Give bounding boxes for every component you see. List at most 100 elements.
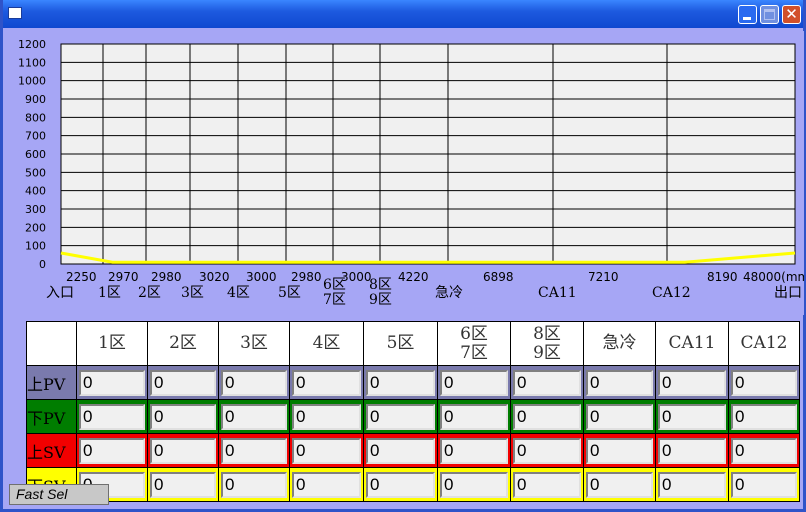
header-ca11: CA11: [655, 321, 729, 366]
zone-label: 3区: [181, 285, 204, 301]
value-field-upper-pv-8[interactable]: 0: [586, 369, 653, 396]
table-cell: 0: [655, 433, 729, 468]
table-cell: 0: [655, 365, 729, 400]
value-field-upper-sv-9[interactable]: 0: [658, 437, 726, 464]
x-position-label: 2970: [108, 270, 139, 284]
value-field-lower-sv-5[interactable]: 0: [366, 471, 435, 498]
table-cell: 0: [289, 433, 364, 468]
header-zone-8-9: 8区 9区: [510, 321, 584, 366]
x-position-label: 4220: [398, 270, 429, 284]
value-field-lower-pv-10[interactable]: 0: [731, 403, 797, 430]
table-cell: 0: [655, 467, 729, 502]
header-corner: [26, 321, 77, 366]
zone-data-table: 1区 2区 3区 4区 5区 6区 7区 8区 9区 急冷 CA11 CA12 …: [26, 321, 800, 502]
value-field-lower-sv-4[interactable]: 0: [292, 471, 361, 498]
table-cell: 0: [147, 365, 219, 400]
table-cell: 0: [363, 399, 438, 434]
value-field-lower-sv-9[interactable]: 0: [658, 471, 726, 498]
value-field-upper-pv-3[interactable]: 0: [221, 369, 287, 396]
value-field-upper-pv-6[interactable]: 0: [440, 369, 508, 396]
value-field-lower-sv-2[interactable]: 0: [150, 471, 216, 498]
value-field-upper-sv-6[interactable]: 0: [440, 437, 508, 464]
table-cell: 0: [289, 467, 364, 502]
value-field-lower-sv-6[interactable]: 0: [440, 471, 508, 498]
value-field-upper-pv-10[interactable]: 0: [731, 369, 797, 396]
row-label-upper-pv: 上PV: [26, 365, 77, 400]
table-header-row: 1区 2区 3区 4区 5区 6区 7区 8区 9区 急冷 CA11 CA12: [26, 321, 800, 366]
header-zone-2: 2区: [147, 321, 219, 366]
header-zone-6-7: 6区 7区: [437, 321, 511, 366]
value-field-upper-pv-4[interactable]: 0: [292, 369, 361, 396]
table-cell: 0: [510, 433, 584, 468]
value-field-lower-pv-1[interactable]: 0: [79, 403, 145, 430]
table-cell: 0: [655, 399, 729, 434]
y-tick-label: 700: [25, 130, 46, 143]
value-field-upper-pv-7[interactable]: 0: [513, 369, 581, 396]
y-tick-label: 1000: [18, 75, 46, 88]
y-tick-label: 600: [25, 148, 46, 161]
value-field-lower-pv-5[interactable]: 0: [366, 403, 435, 430]
zone-label: 入口: [46, 285, 74, 301]
value-field-lower-sv-10[interactable]: 0: [731, 471, 797, 498]
value-field-lower-pv-3[interactable]: 0: [221, 403, 287, 430]
value-field-upper-pv-1[interactable]: 0: [79, 369, 145, 396]
table-cell: 0: [728, 433, 800, 468]
y-tick-label: 400: [25, 185, 46, 198]
table-cell: 0: [510, 399, 584, 434]
table-cell: 0: [76, 365, 148, 400]
close-button[interactable]: ✕: [782, 5, 801, 24]
value-field-lower-pv-4[interactable]: 0: [292, 403, 361, 430]
value-field-lower-sv-8[interactable]: 0: [586, 471, 653, 498]
value-field-upper-sv-4[interactable]: 0: [292, 437, 361, 464]
table-cell: 0: [583, 399, 656, 434]
value-field-upper-sv-3[interactable]: 0: [221, 437, 287, 464]
value-field-upper-sv-1[interactable]: 0: [79, 437, 145, 464]
table-cell: 0: [437, 467, 511, 502]
zone-label: 出口: [774, 285, 802, 301]
x-position-label: 8190: [707, 270, 738, 284]
value-field-upper-pv-2[interactable]: 0: [150, 369, 216, 396]
value-field-lower-pv-8[interactable]: 0: [586, 403, 653, 430]
value-field-upper-sv-10[interactable]: 0: [731, 437, 797, 464]
value-field-upper-pv-5[interactable]: 0: [366, 369, 435, 396]
fast-sel-button[interactable]: Fast Sel: [9, 484, 109, 505]
header-quench: 急冷: [583, 321, 656, 366]
window-icon[interactable]: [8, 7, 22, 19]
table-cell: 0: [76, 433, 148, 468]
y-tick-label: 300: [25, 203, 46, 216]
value-field-upper-sv-2[interactable]: 0: [150, 437, 216, 464]
table-cell: 0: [218, 365, 290, 400]
value-field-upper-sv-7[interactable]: 0: [513, 437, 581, 464]
y-tick-label: 0: [39, 258, 46, 271]
value-field-lower-pv-6[interactable]: 0: [440, 403, 508, 430]
x-position-label: 6898: [483, 270, 514, 284]
table-cell: 0: [289, 365, 364, 400]
zone-label: 1区: [98, 285, 121, 301]
minimize-button[interactable]: [738, 5, 757, 24]
x-position-label: 48000(mm): [743, 270, 804, 284]
table-row-lower-sv: 下SV0000000000: [26, 467, 800, 502]
value-field-lower-pv-9[interactable]: 0: [658, 403, 726, 430]
table-cell: 0: [437, 399, 511, 434]
header-zone-5: 5区: [363, 321, 438, 366]
maximize-button[interactable]: [760, 5, 779, 24]
table-row-upper-pv: 上PV 0 0 0 0 0 0 0 0 0 0: [26, 365, 800, 400]
value-field-upper-sv-8[interactable]: 0: [586, 437, 653, 464]
table-row-upper-sv: 上SV 0 0 0 0 0 0 0 0 0 0: [26, 433, 800, 468]
close-icon: ✕: [785, 5, 798, 23]
table-cell: 0: [147, 399, 219, 434]
value-field-lower-sv-3[interactable]: 0: [221, 471, 287, 498]
value-field-lower-pv-7[interactable]: 0: [513, 403, 581, 430]
value-field-upper-pv-9[interactable]: 0: [658, 369, 726, 396]
value-field-lower-pv-2[interactable]: 0: [150, 403, 216, 430]
y-tick-label: 1100: [18, 56, 46, 69]
y-tick-label: 100: [25, 240, 46, 253]
table-cell: 0: [363, 467, 438, 502]
y-tick-label: 800: [25, 111, 46, 124]
title-bar[interactable]: ✕: [3, 0, 803, 28]
value-field-upper-sv-5[interactable]: 0: [366, 437, 435, 464]
x-position-label: 7210: [588, 270, 619, 284]
value-field-lower-sv-7[interactable]: 0: [513, 471, 581, 498]
x-position-label: 3020: [199, 270, 230, 284]
y-tick-label: 900: [25, 93, 46, 106]
